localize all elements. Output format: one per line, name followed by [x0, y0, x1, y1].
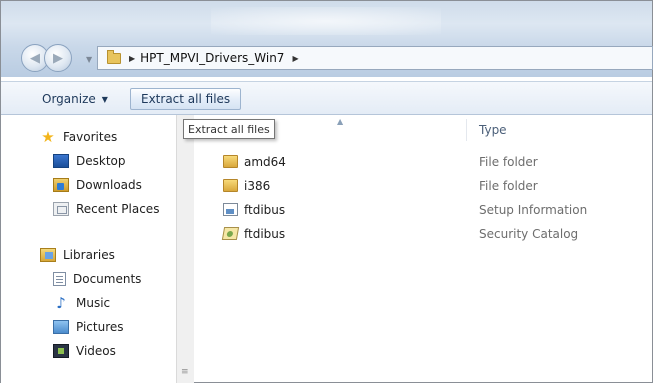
forward-button[interactable]: ▶ — [44, 44, 72, 72]
nav-item-label: Videos — [76, 344, 116, 358]
nav-favorites[interactable]: ★ Favorites — [40, 127, 117, 147]
file-type: Security Catalog — [479, 227, 579, 241]
nav-item-label: Music — [76, 296, 111, 310]
folder-icon — [223, 155, 238, 168]
column-divider[interactable] — [466, 119, 467, 141]
organize-button[interactable]: Organize ▼ — [32, 88, 118, 110]
organize-label: Organize — [42, 92, 96, 106]
security-catalog-icon — [221, 227, 240, 240]
nav-item-downloads[interactable]: Downloads — [53, 175, 142, 195]
file-name: amd64 — [244, 155, 286, 169]
recent-places-icon — [53, 202, 69, 216]
folder-icon — [223, 179, 238, 192]
star-icon: ★ — [41, 128, 55, 146]
file-name: ftdibus — [244, 227, 286, 241]
scroll-grip-icon[interactable]: ≡ — [181, 367, 189, 377]
documents-icon — [53, 272, 66, 286]
nav-libraries-label: Libraries — [63, 248, 115, 262]
downloads-icon — [53, 178, 69, 192]
extract-all-files-label: Extract all files — [141, 92, 231, 106]
file-row[interactable]: ftdibus Setup Information — [219, 200, 649, 220]
navigation-pane-scrollbar[interactable]: ≡ — [176, 115, 194, 383]
chevron-down-icon: ▼ — [101, 94, 108, 104]
tooltip: Extract all files — [183, 119, 275, 139]
nav-item-pictures[interactable]: Pictures — [53, 317, 124, 337]
file-name: i386 — [244, 179, 271, 193]
nav-item-label: Recent Places — [76, 202, 160, 216]
setup-information-icon — [223, 203, 238, 216]
extract-all-files-button[interactable]: Extract all files — [130, 88, 242, 110]
nav-item-label: Downloads — [76, 178, 142, 192]
nav-item-recent-places[interactable]: Recent Places — [53, 199, 159, 219]
libraries-icon — [40, 248, 56, 262]
recent-pages-dropdown-icon[interactable]: ▼ — [86, 55, 92, 64]
file-name: ftdibus — [244, 203, 286, 217]
nav-item-label: Desktop — [76, 154, 126, 168]
desktop-icon — [53, 154, 69, 168]
breadcrumb-chevron-icon[interactable]: ▶ — [129, 54, 135, 63]
command-bar: Organize ▼ Extract all files — [1, 81, 652, 115]
forward-arrow-icon: ▶ — [53, 50, 63, 66]
videos-icon — [53, 344, 69, 358]
breadcrumb-folder[interactable]: HPT_MPVI_Drivers_Win7 — [140, 51, 284, 65]
folder-icon — [107, 49, 121, 64]
column-header-type[interactable]: Type — [479, 123, 507, 137]
nav-item-label: Pictures — [76, 320, 124, 334]
nav-item-music[interactable]: ♪ Music — [53, 293, 110, 313]
nav-libraries[interactable]: Libraries — [40, 245, 115, 265]
file-type: File folder — [479, 179, 538, 193]
file-row[interactable]: i386 File folder — [219, 176, 649, 196]
nav-item-documents[interactable]: Documents — [53, 269, 141, 289]
music-icon: ♪ — [56, 294, 66, 312]
file-type: File folder — [479, 155, 538, 169]
breadcrumb-chevron-icon[interactable]: ▶ — [292, 54, 298, 63]
file-row[interactable]: amd64 File folder — [219, 152, 649, 172]
pictures-icon — [53, 320, 69, 334]
sort-ascending-icon: ▲ — [337, 117, 344, 126]
file-type: Setup Information — [479, 203, 588, 217]
back-arrow-icon: ◀ — [30, 50, 40, 66]
nav-item-desktop[interactable]: Desktop — [53, 151, 126, 171]
nav-item-videos[interactable]: Videos — [53, 341, 116, 361]
address-bar[interactable]: ▶ HPT_MPVI_Drivers_Win7 ▶ — [97, 46, 653, 70]
nav-favorites-label: Favorites — [63, 130, 118, 144]
nav-item-label: Documents — [73, 272, 142, 286]
file-row[interactable]: ftdibus Security Catalog — [219, 224, 649, 244]
